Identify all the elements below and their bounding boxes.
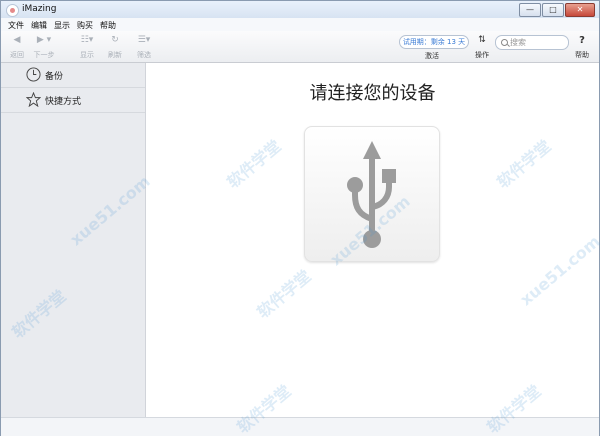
search-input[interactable]: 搜索	[510, 37, 526, 48]
title-bar[interactable]: iMazing — □ ✕	[1, 1, 599, 18]
filter-icon: ☰▾	[137, 35, 151, 45]
view-list-icon: ☷▾	[80, 35, 94, 45]
menu-bar: 文件 编辑 显示 购买 帮助	[1, 18, 599, 31]
help-button[interactable]: ? 帮助	[572, 35, 592, 60]
forward-button[interactable]: ▶ ▾ 下一步	[32, 35, 56, 60]
close-button[interactable]: ✕	[565, 3, 595, 17]
view-button[interactable]: ☷▾ 显示	[77, 35, 97, 60]
sidebar-item-label: 备份	[45, 72, 64, 82]
trial-badge[interactable]: 试用期：剩余 13 天	[399, 35, 469, 49]
maximize-button[interactable]: □	[542, 3, 564, 17]
menu-edit[interactable]: 编辑	[31, 20, 47, 31]
back-arrow-icon: ◀	[13, 35, 21, 45]
menu-help[interactable]: 帮助	[100, 20, 116, 31]
operations-button[interactable]: ⇅ 操作	[473, 35, 491, 60]
menu-file[interactable]: 文件	[8, 20, 24, 31]
app-window: iMazing — □ ✕ 文件 编辑 显示 购买 帮助 ◀ 返回 ▶ ▾ 下一…	[0, 0, 600, 437]
activate-label[interactable]: 激活	[425, 51, 439, 61]
app-logo-icon	[6, 4, 19, 17]
filter-button[interactable]: ☰▾ 筛选	[134, 35, 154, 60]
sidebar-item-label: 快捷方式	[45, 97, 82, 107]
window-controls: — □ ✕	[519, 3, 595, 17]
back-button[interactable]: ◀ 返回	[9, 35, 25, 60]
refresh-icon: ↻	[111, 35, 119, 45]
clock-icon	[26, 67, 41, 82]
forward-arrow-icon: ▶ ▾	[36, 35, 52, 45]
menu-view[interactable]: 显示	[54, 20, 70, 31]
usb-card	[304, 126, 440, 262]
connect-device-prompt: 请连接您的设备	[309, 83, 436, 104]
refresh-button[interactable]: ↻ 刷新	[106, 35, 124, 60]
toolbar: ◀ 返回 ▶ ▾ 下一步 ☷▾ 显示 ↻ 刷新 ☰▾ 筛选 试用期：剩余 13 …	[1, 31, 599, 63]
star-icon	[26, 92, 41, 107]
question-icon: ?	[579, 35, 585, 46]
search-box[interactable]: 搜索	[495, 35, 569, 50]
sidebar-item-backup[interactable]: 备份	[1, 63, 145, 88]
search-icon	[501, 39, 508, 46]
window-title: iMazing	[22, 4, 57, 14]
minimize-button[interactable]: —	[519, 3, 541, 17]
sidebar-item-shortcuts[interactable]: 快捷方式	[1, 88, 145, 113]
transfer-arrows-icon: ⇅	[478, 35, 486, 45]
menu-buy[interactable]: 购买	[77, 20, 93, 31]
